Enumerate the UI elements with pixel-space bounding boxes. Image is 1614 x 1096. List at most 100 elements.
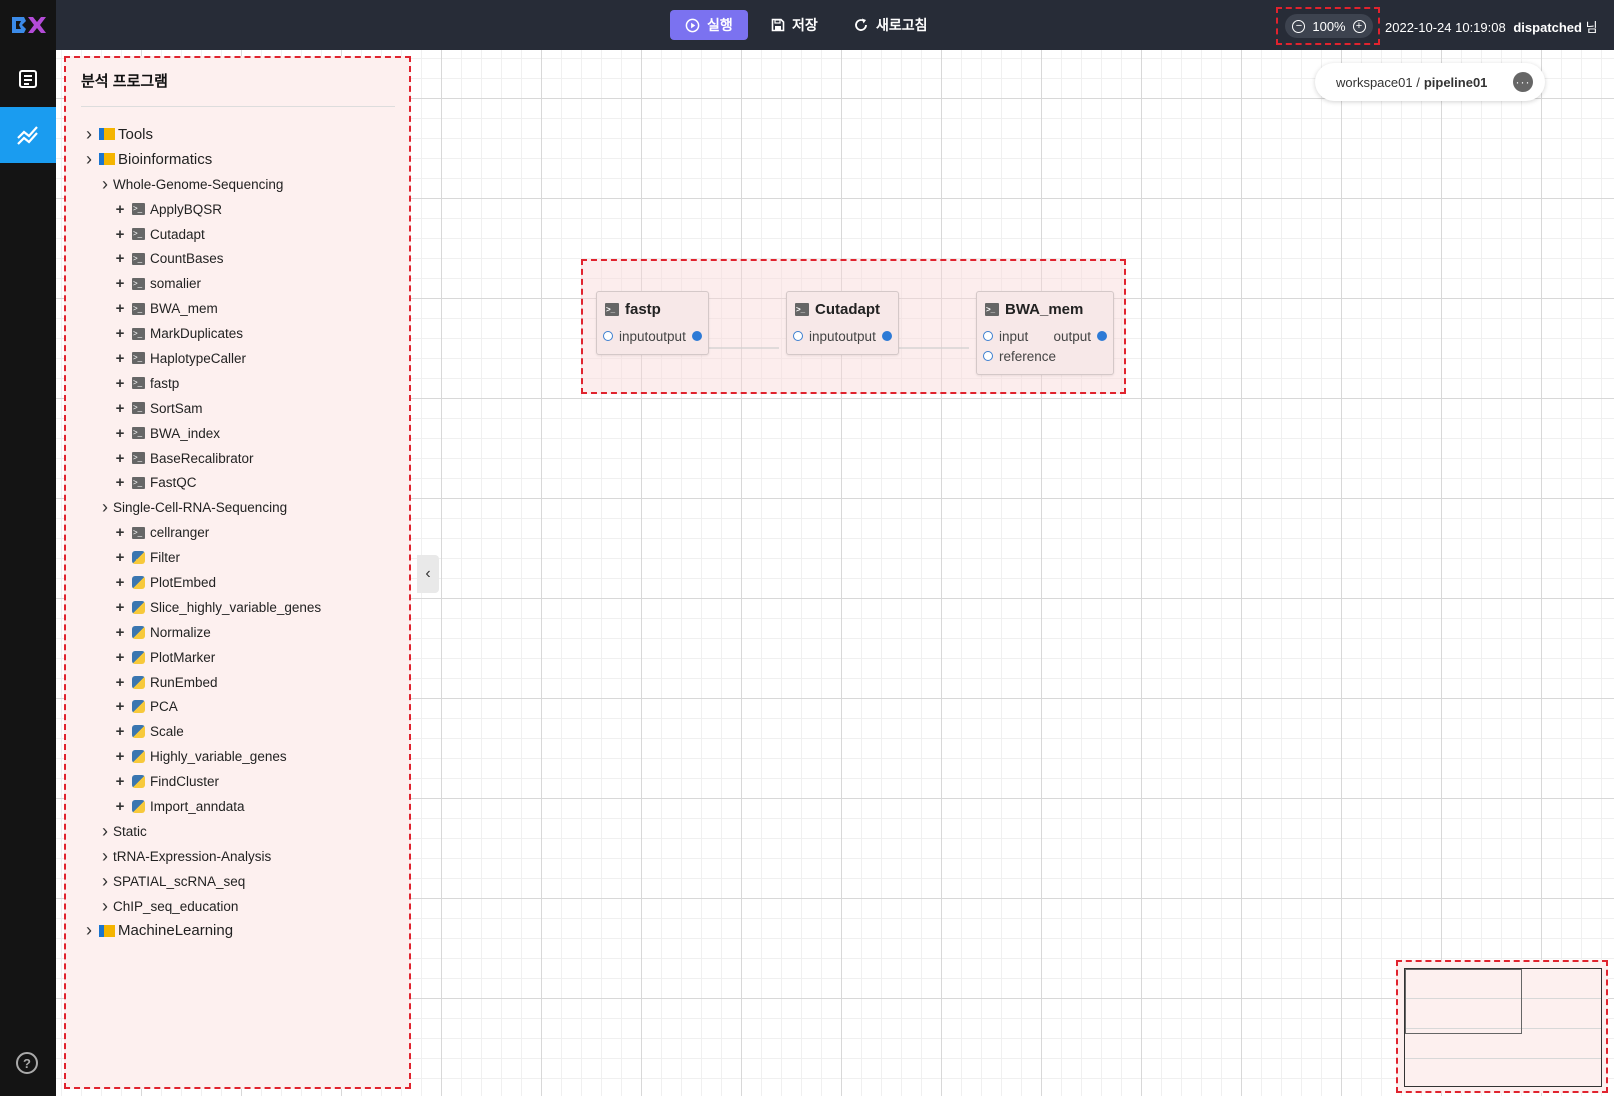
- collapse-panel-button[interactable]: ‹: [417, 555, 439, 593]
- add-icon[interactable]: +: [113, 250, 127, 267]
- chevron-right-icon[interactable]: ›: [99, 896, 111, 917]
- input-port[interactable]: [603, 331, 613, 341]
- output-port[interactable]: [692, 331, 702, 341]
- terminal-icon: >_: [985, 302, 999, 316]
- add-icon[interactable]: +: [113, 375, 127, 392]
- tree-folder[interactable]: › tRNA-Expression-Analysis: [81, 844, 401, 869]
- tree-item[interactable]: + >_ HaplotypeCaller: [81, 346, 401, 371]
- output-port-label: output: [838, 328, 876, 344]
- chevron-right-icon[interactable]: ›: [99, 174, 111, 195]
- minimap-viewport[interactable]: [1405, 969, 1522, 1034]
- tree-item[interactable]: + PlotEmbed: [81, 570, 401, 595]
- save-button[interactable]: 저장: [756, 10, 833, 40]
- chevron-right-icon[interactable]: ›: [83, 149, 95, 170]
- tree-item[interactable]: + >_ somalier: [81, 271, 401, 296]
- add-icon[interactable]: +: [113, 400, 127, 417]
- add-icon[interactable]: +: [113, 226, 127, 243]
- tree-item[interactable]: + Filter: [81, 545, 401, 570]
- terminal-icon: >_: [132, 352, 145, 365]
- refresh-button[interactable]: 새로고침: [838, 10, 943, 40]
- tree-item[interactable]: + >_ MarkDuplicates: [81, 321, 401, 346]
- add-icon[interactable]: +: [113, 201, 127, 218]
- pipeline-node-cutadapt[interactable]: >_ Cutadapt input output: [786, 291, 899, 355]
- zoom-in-icon[interactable]: +: [1352, 19, 1366, 33]
- tree-item[interactable]: + Import_anndata: [81, 794, 401, 819]
- tree-item[interactable]: + PlotMarker: [81, 645, 401, 670]
- minimap[interactable]: [1396, 960, 1608, 1093]
- tree-item[interactable]: + >_ BWA_index: [81, 421, 401, 446]
- python-icon: [132, 775, 145, 789]
- input-port-label: input: [999, 328, 1029, 344]
- tree-item[interactable]: + >_ BWA_mem: [81, 296, 401, 321]
- breadcrumb-workspace[interactable]: workspace01 /: [1336, 75, 1420, 90]
- add-icon[interactable]: +: [113, 524, 127, 541]
- chevron-right-icon[interactable]: ›: [99, 821, 111, 842]
- reference-port[interactable]: [983, 351, 993, 361]
- input-port[interactable]: [793, 331, 803, 341]
- tree-item[interactable]: + Slice_highly_variable_genes: [81, 595, 401, 620]
- chevron-right-icon[interactable]: ›: [99, 497, 111, 518]
- more-options-button[interactable]: ···: [1513, 72, 1533, 92]
- nav-pipeline-button[interactable]: [0, 107, 56, 163]
- zoom-out-icon[interactable]: −: [1292, 19, 1306, 33]
- chevron-right-icon[interactable]: ›: [83, 124, 95, 145]
- add-icon[interactable]: +: [113, 300, 127, 317]
- add-icon[interactable]: +: [113, 723, 127, 740]
- breadcrumb-pipeline[interactable]: pipeline01: [1424, 75, 1488, 90]
- tree-item[interactable]: + >_ cellranger: [81, 520, 401, 545]
- input-port[interactable]: [983, 331, 993, 341]
- nav-documents-button[interactable]: [0, 51, 56, 107]
- add-icon[interactable]: +: [113, 773, 127, 790]
- tree-folder[interactable]: › SPATIAL_scRNA_seq: [81, 869, 401, 894]
- add-icon[interactable]: +: [113, 599, 127, 616]
- add-icon[interactable]: +: [113, 624, 127, 641]
- tree-folder[interactable]: › Whole-Genome-Sequencing: [81, 172, 401, 197]
- tree-item[interactable]: + FindCluster: [81, 769, 401, 794]
- pipeline-node-bwa-mem[interactable]: >_ BWA_mem input output reference: [976, 291, 1114, 375]
- pipeline-node-fastp[interactable]: >_ fastp input output: [596, 291, 709, 355]
- help-icon[interactable]: ?: [16, 1052, 38, 1074]
- tree-item[interactable]: + Normalize: [81, 620, 401, 645]
- add-icon[interactable]: +: [113, 549, 127, 566]
- tree-item[interactable]: + PCA: [81, 694, 401, 719]
- tree-folder[interactable]: › Bioinformatics: [81, 147, 401, 172]
- tree-item[interactable]: + >_ ApplyBQSR: [81, 197, 401, 222]
- tree-item[interactable]: + >_ Cutadapt: [81, 222, 401, 247]
- tree-item[interactable]: + Highly_variable_genes: [81, 744, 401, 769]
- tree-item[interactable]: + >_ FastQC: [81, 470, 401, 495]
- add-icon[interactable]: +: [113, 325, 127, 342]
- pipeline-node-group[interactable]: >_ fastp input output >_ Cutadapt input …: [581, 259, 1126, 394]
- add-icon[interactable]: +: [113, 798, 127, 815]
- tree-item[interactable]: + >_ SortSam: [81, 396, 401, 421]
- tree-item[interactable]: + >_ fastp: [81, 371, 401, 396]
- tree-folder[interactable]: › Single-Cell-RNA-Sequencing: [81, 495, 401, 520]
- tree-item[interactable]: + >_ CountBases: [81, 246, 401, 271]
- tree-item[interactable]: + >_ BaseRecalibrator: [81, 446, 401, 471]
- add-icon[interactable]: +: [113, 275, 127, 292]
- tree-folder[interactable]: › ChIP_seq_education: [81, 894, 401, 919]
- tree-folder[interactable]: › MachineLearning: [81, 919, 401, 944]
- tree-folder[interactable]: › Static: [81, 819, 401, 844]
- add-icon[interactable]: +: [113, 350, 127, 367]
- add-icon[interactable]: +: [113, 474, 127, 491]
- chevron-right-icon[interactable]: ›: [99, 871, 111, 892]
- add-icon[interactable]: +: [113, 674, 127, 691]
- add-icon[interactable]: +: [113, 649, 127, 666]
- tree-item[interactable]: + Scale: [81, 719, 401, 744]
- add-icon[interactable]: +: [113, 698, 127, 715]
- user-suffix: 님: [1585, 20, 1598, 35]
- tree-folder[interactable]: › Tools: [81, 122, 401, 147]
- output-port[interactable]: [1097, 331, 1107, 341]
- chevron-right-icon[interactable]: ›: [83, 920, 95, 941]
- add-icon[interactable]: +: [113, 748, 127, 765]
- add-icon[interactable]: +: [113, 425, 127, 442]
- chevron-right-icon[interactable]: ›: [99, 846, 111, 867]
- username: dispatched: [1513, 20, 1582, 35]
- add-icon[interactable]: +: [113, 574, 127, 591]
- run-button[interactable]: 실행: [670, 10, 748, 40]
- add-icon[interactable]: +: [113, 450, 127, 467]
- tree-item[interactable]: + RunEmbed: [81, 670, 401, 695]
- output-port[interactable]: [882, 331, 892, 341]
- tree-item-label: fastp: [150, 375, 180, 391]
- tree-item-label: HaplotypeCaller: [150, 350, 247, 366]
